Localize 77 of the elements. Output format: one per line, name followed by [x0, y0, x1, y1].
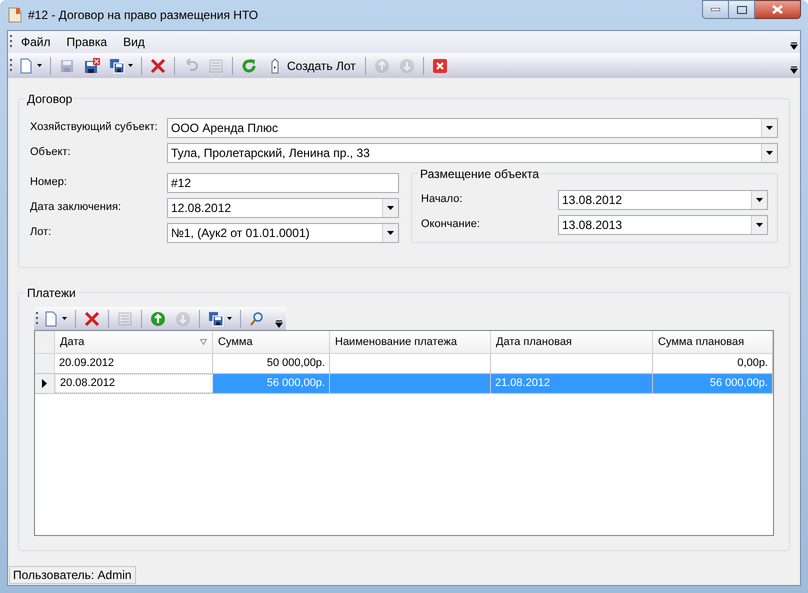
dropdown-button[interactable]: [751, 216, 767, 234]
search-icon: [249, 310, 265, 326]
combo-box[interactable]: 12.08.2012: [167, 198, 399, 218]
save-icon: [59, 58, 75, 74]
grip-icon: [10, 34, 13, 50]
dropdown-icon: [756, 222, 763, 226]
table-cell: 56 000,00р.: [213, 374, 330, 393]
combo-box[interactable]: Тула, Пролетарский, Ленина пр., 33: [167, 142, 778, 162]
dropdown-icon: [227, 317, 232, 320]
maximize-button[interactable]: [729, 0, 755, 19]
close-icon: [432, 58, 448, 74]
save-as-icon: [109, 58, 125, 74]
dropdown-icon: [756, 198, 763, 202]
menu-item[interactable]: Вид: [115, 33, 153, 51]
maximize-icon: [736, 6, 746, 14]
column-header[interactable]: Дата: [55, 331, 213, 353]
list-icon: [208, 58, 224, 74]
dropdown-icon: [387, 206, 394, 210]
overflow-icon[interactable]: [790, 66, 798, 74]
status-bar-text: Пользователь: Admin: [9, 566, 136, 584]
grid-row[interactable]: 20.08.2012 56 000,00р. 21.08.2012 56 000,00р.: [35, 374, 773, 394]
table-cell: 20.08.2012: [55, 374, 213, 393]
table-cell: 21.08.2012: [491, 374, 653, 393]
minimize-button[interactable]: [702, 0, 729, 19]
field-label: Хозяйствующий субъект:: [30, 120, 159, 136]
input-field[interactable]: #12: [167, 172, 399, 192]
field-label: Объект:: [30, 145, 72, 160]
new-page-icon: [43, 310, 59, 326]
column-header[interactable]: Дата плановая: [491, 331, 653, 353]
column-header[interactable]: Сумма плановая: [653, 331, 773, 353]
combo-box[interactable]: 13.08.2012: [558, 190, 768, 210]
save-close-icon: [84, 58, 100, 74]
column-header[interactable]: Сумма: [213, 331, 330, 353]
close-icon: [772, 5, 783, 14]
dropdown-button[interactable]: [761, 144, 777, 162]
refresh-icon: [241, 58, 257, 74]
dropdown-button[interactable]: [382, 198, 398, 216]
table-cell: 20.09.2012: [55, 354, 213, 373]
list-icon: [117, 310, 133, 326]
table-cell: 56 000,00р.: [653, 374, 773, 393]
delete-icon: [150, 58, 166, 74]
dropdown-button[interactable]: [382, 224, 398, 242]
minimize-icon: [711, 8, 720, 11]
grip-icon: [10, 58, 13, 74]
document-icon: [8, 7, 22, 23]
dropdown-icon: [766, 150, 773, 154]
dropdown-button[interactable]: [761, 118, 777, 136]
close-button[interactable]: [755, 0, 801, 19]
menu-item[interactable]: Файл: [13, 33, 59, 51]
overflow-icon[interactable]: [790, 42, 798, 50]
dropdown-icon: [37, 64, 42, 67]
menu-item[interactable]: Правка: [58, 33, 116, 51]
field-label: Дата заключения:: [30, 200, 122, 216]
combo-box[interactable]: ООО Аренда Плюс: [167, 118, 778, 138]
toolbar-button[interactable]: Создать Лот: [263, 54, 360, 76]
dropdown-button[interactable]: [751, 190, 767, 208]
overflow-icon[interactable]: [275, 320, 283, 328]
dropdown-icon: [387, 230, 394, 234]
window-title: #12 - Договор на право размещения НТО: [28, 7, 258, 24]
table-cell: 0,00р.: [653, 354, 773, 373]
combo-box[interactable]: 13.08.2013: [558, 214, 768, 234]
filter-icon: [200, 339, 207, 345]
combo-box[interactable]: №1, (Аук2 от 01.01.0001): [167, 222, 399, 242]
delete-icon: [84, 310, 100, 326]
column-header[interactable]: Наименование платежа: [330, 331, 491, 353]
new-page-icon: [18, 58, 34, 74]
current-row-icon: [42, 379, 47, 388]
grip-icon: [36, 310, 39, 326]
field-label: Окончание:: [421, 217, 481, 232]
field-label: Начало:: [421, 192, 464, 208]
field-label: Номер:: [30, 175, 68, 190]
dropdown-icon: [128, 64, 133, 67]
dropdown-icon: [62, 317, 67, 320]
save-as-icon: [208, 310, 224, 326]
field-label: Лот:: [30, 225, 52, 240]
dropdown-icon: [766, 126, 773, 130]
table-cell: 50 000,00р.: [213, 354, 330, 373]
